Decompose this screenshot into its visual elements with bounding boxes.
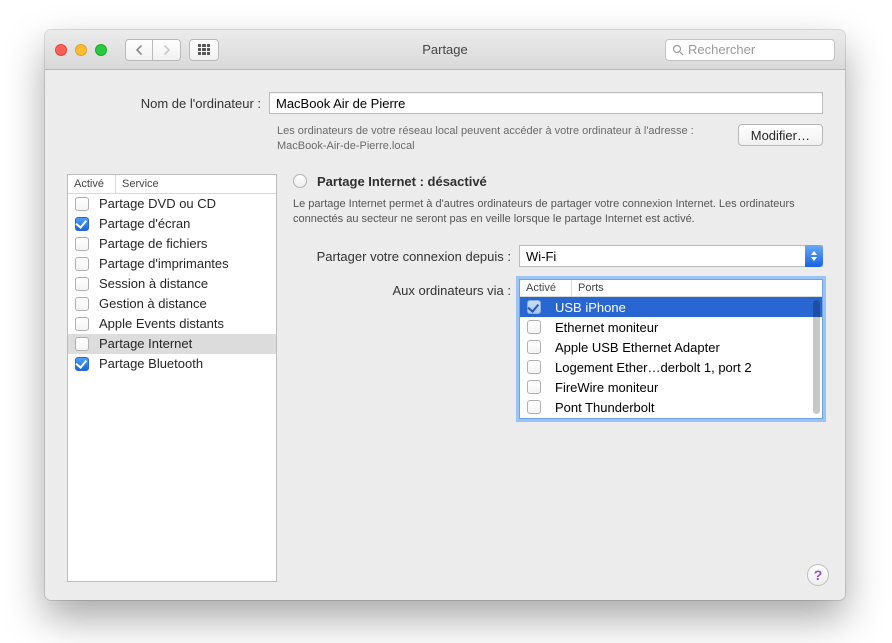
port-row[interactable]: Logement Ether…derbolt 1, port 2 bbox=[520, 357, 822, 377]
share-from-row: Partager votre connexion depuis : Wi-Fi bbox=[293, 245, 823, 267]
port-label: Logement Ether…derbolt 1, port 2 bbox=[555, 360, 752, 375]
service-row[interactable]: Partage Internet bbox=[68, 334, 276, 354]
service-label: Partage Bluetooth bbox=[99, 356, 203, 371]
service-checkbox[interactable] bbox=[75, 217, 89, 231]
port-row[interactable]: Apple USB Ethernet Adapter bbox=[520, 337, 822, 357]
search-input[interactable]: Rechercher bbox=[665, 39, 835, 61]
service-checkbox[interactable] bbox=[75, 197, 89, 211]
port-label: Pont Thunderbolt bbox=[555, 400, 655, 415]
to-computers-label: Aux ordinateurs via : bbox=[293, 279, 519, 298]
service-row[interactable]: Partage de fichiers bbox=[68, 234, 276, 254]
service-label: Apple Events distants bbox=[99, 316, 224, 331]
search-icon bbox=[672, 44, 684, 56]
forward-button[interactable] bbox=[153, 39, 181, 61]
ports-header: Activé Ports bbox=[520, 280, 822, 297]
status-title: Partage Internet : désactivé bbox=[317, 174, 487, 189]
service-row[interactable]: Gestion à distance bbox=[68, 294, 276, 314]
computer-name-label: Nom de l'ordinateur : bbox=[67, 96, 269, 111]
service-checkbox[interactable] bbox=[75, 277, 89, 291]
close-icon[interactable] bbox=[55, 44, 67, 56]
service-row[interactable]: Partage d'écran bbox=[68, 214, 276, 234]
service-checkbox[interactable] bbox=[75, 297, 89, 311]
zoom-icon[interactable] bbox=[95, 44, 107, 56]
help-button[interactable]: ? bbox=[807, 564, 829, 586]
right-pane: Partage Internet : désactivé Le partage … bbox=[293, 174, 823, 582]
grid-icon bbox=[198, 44, 210, 56]
port-row[interactable]: Pont Thunderbolt bbox=[520, 397, 822, 417]
services-body: Partage DVD ou CD Partage d'écran Partage … bbox=[68, 194, 276, 374]
window-controls bbox=[55, 44, 107, 56]
dropdown-arrows-icon bbox=[805, 245, 823, 267]
chevron-right-icon bbox=[162, 45, 171, 55]
search-placeholder: Rechercher bbox=[688, 42, 755, 57]
description: Le partage Internet permet à d'autres or… bbox=[293, 197, 823, 228]
minimize-icon[interactable] bbox=[75, 44, 87, 56]
computer-name-help-row: Les ordinateurs de votre réseau local pe… bbox=[67, 124, 823, 154]
help-icon: ? bbox=[814, 567, 823, 583]
service-checkbox[interactable] bbox=[75, 317, 89, 331]
computer-name-row: Nom de l'ordinateur : bbox=[67, 92, 823, 114]
service-row[interactable]: Partage d'imprimantes bbox=[68, 254, 276, 274]
service-checkbox[interactable] bbox=[75, 357, 89, 371]
sharing-preferences-window: Partage Rechercher Nom de l'ordinateur :… bbox=[45, 30, 845, 600]
show-all-button[interactable] bbox=[189, 39, 219, 61]
port-checkbox[interactable] bbox=[527, 400, 541, 414]
service-label: Partage DVD ou CD bbox=[99, 196, 216, 211]
ports-list: Activé Ports USB iPhone Ethernet moniteur… bbox=[519, 279, 823, 419]
main-area: Activé Service Partage DVD ou CDPartage … bbox=[67, 174, 823, 582]
service-row[interactable]: Apple Events distants bbox=[68, 314, 276, 334]
status-row: Partage Internet : désactivé bbox=[293, 174, 823, 189]
nav-back-forward bbox=[125, 39, 181, 61]
service-label: Session à distance bbox=[99, 276, 208, 291]
port-label: FireWire moniteur bbox=[555, 380, 658, 395]
port-row[interactable]: Ethernet moniteur bbox=[520, 317, 822, 337]
port-label: Ethernet moniteur bbox=[555, 320, 658, 335]
share-from-dropdown[interactable]: Wi-Fi bbox=[519, 245, 823, 267]
help-line-1: Les ordinateurs de votre réseau local pe… bbox=[277, 125, 694, 137]
service-label: Partage d'écran bbox=[99, 216, 190, 231]
service-row[interactable]: Session à distance bbox=[68, 274, 276, 294]
port-label: Apple USB Ethernet Adapter bbox=[555, 340, 720, 355]
scrollbar[interactable] bbox=[813, 300, 820, 414]
service-checkbox[interactable] bbox=[75, 257, 89, 271]
port-checkbox[interactable] bbox=[527, 380, 541, 394]
service-label: Partage Internet bbox=[99, 336, 192, 351]
service-checkbox[interactable] bbox=[75, 337, 89, 351]
chevron-left-icon bbox=[135, 45, 144, 55]
service-row[interactable]: Partage Bluetooth bbox=[68, 354, 276, 374]
service-label: Gestion à distance bbox=[99, 296, 207, 311]
computer-name-input[interactable] bbox=[269, 92, 823, 114]
titlebar: Partage Rechercher bbox=[45, 30, 845, 70]
service-row[interactable]: Partage DVD ou CD bbox=[68, 194, 276, 214]
services-header: Activé Service bbox=[68, 175, 276, 194]
share-from-label: Partager votre connexion depuis : bbox=[293, 249, 519, 264]
status-radio[interactable] bbox=[293, 174, 307, 188]
modify-button[interactable]: Modifier… bbox=[738, 124, 823, 146]
port-checkbox[interactable] bbox=[527, 320, 541, 334]
services-header-active: Activé bbox=[68, 175, 116, 193]
port-checkbox[interactable] bbox=[527, 360, 541, 374]
content: Nom de l'ordinateur : Les ordinateurs de… bbox=[45, 70, 845, 600]
share-from-value: Wi-Fi bbox=[526, 249, 556, 264]
service-label: Partage de fichiers bbox=[99, 236, 207, 251]
ports-body: USB iPhone Ethernet moniteur Apple USB Eth… bbox=[520, 297, 822, 418]
ports-row: Aux ordinateurs via : Activé Ports USB i… bbox=[293, 279, 823, 419]
port-label: USB iPhone bbox=[555, 300, 626, 315]
help-line-2: MacBook-Air-de-Pierre.local bbox=[277, 140, 415, 152]
port-row[interactable]: FireWire moniteur bbox=[520, 377, 822, 397]
ports-header-ports: Ports bbox=[572, 280, 822, 296]
port-checkbox[interactable] bbox=[527, 300, 541, 314]
ports-header-active: Activé bbox=[520, 280, 572, 296]
services-header-service: Service bbox=[116, 175, 276, 193]
back-button[interactable] bbox=[125, 39, 153, 61]
service-label: Partage d'imprimantes bbox=[99, 256, 229, 271]
port-row[interactable]: USB iPhone bbox=[520, 297, 822, 317]
computer-name-help: Les ordinateurs de votre réseau local pe… bbox=[277, 124, 728, 154]
service-checkbox[interactable] bbox=[75, 237, 89, 251]
services-list: Activé Service Partage DVD ou CDPartage … bbox=[67, 174, 277, 582]
port-checkbox[interactable] bbox=[527, 340, 541, 354]
